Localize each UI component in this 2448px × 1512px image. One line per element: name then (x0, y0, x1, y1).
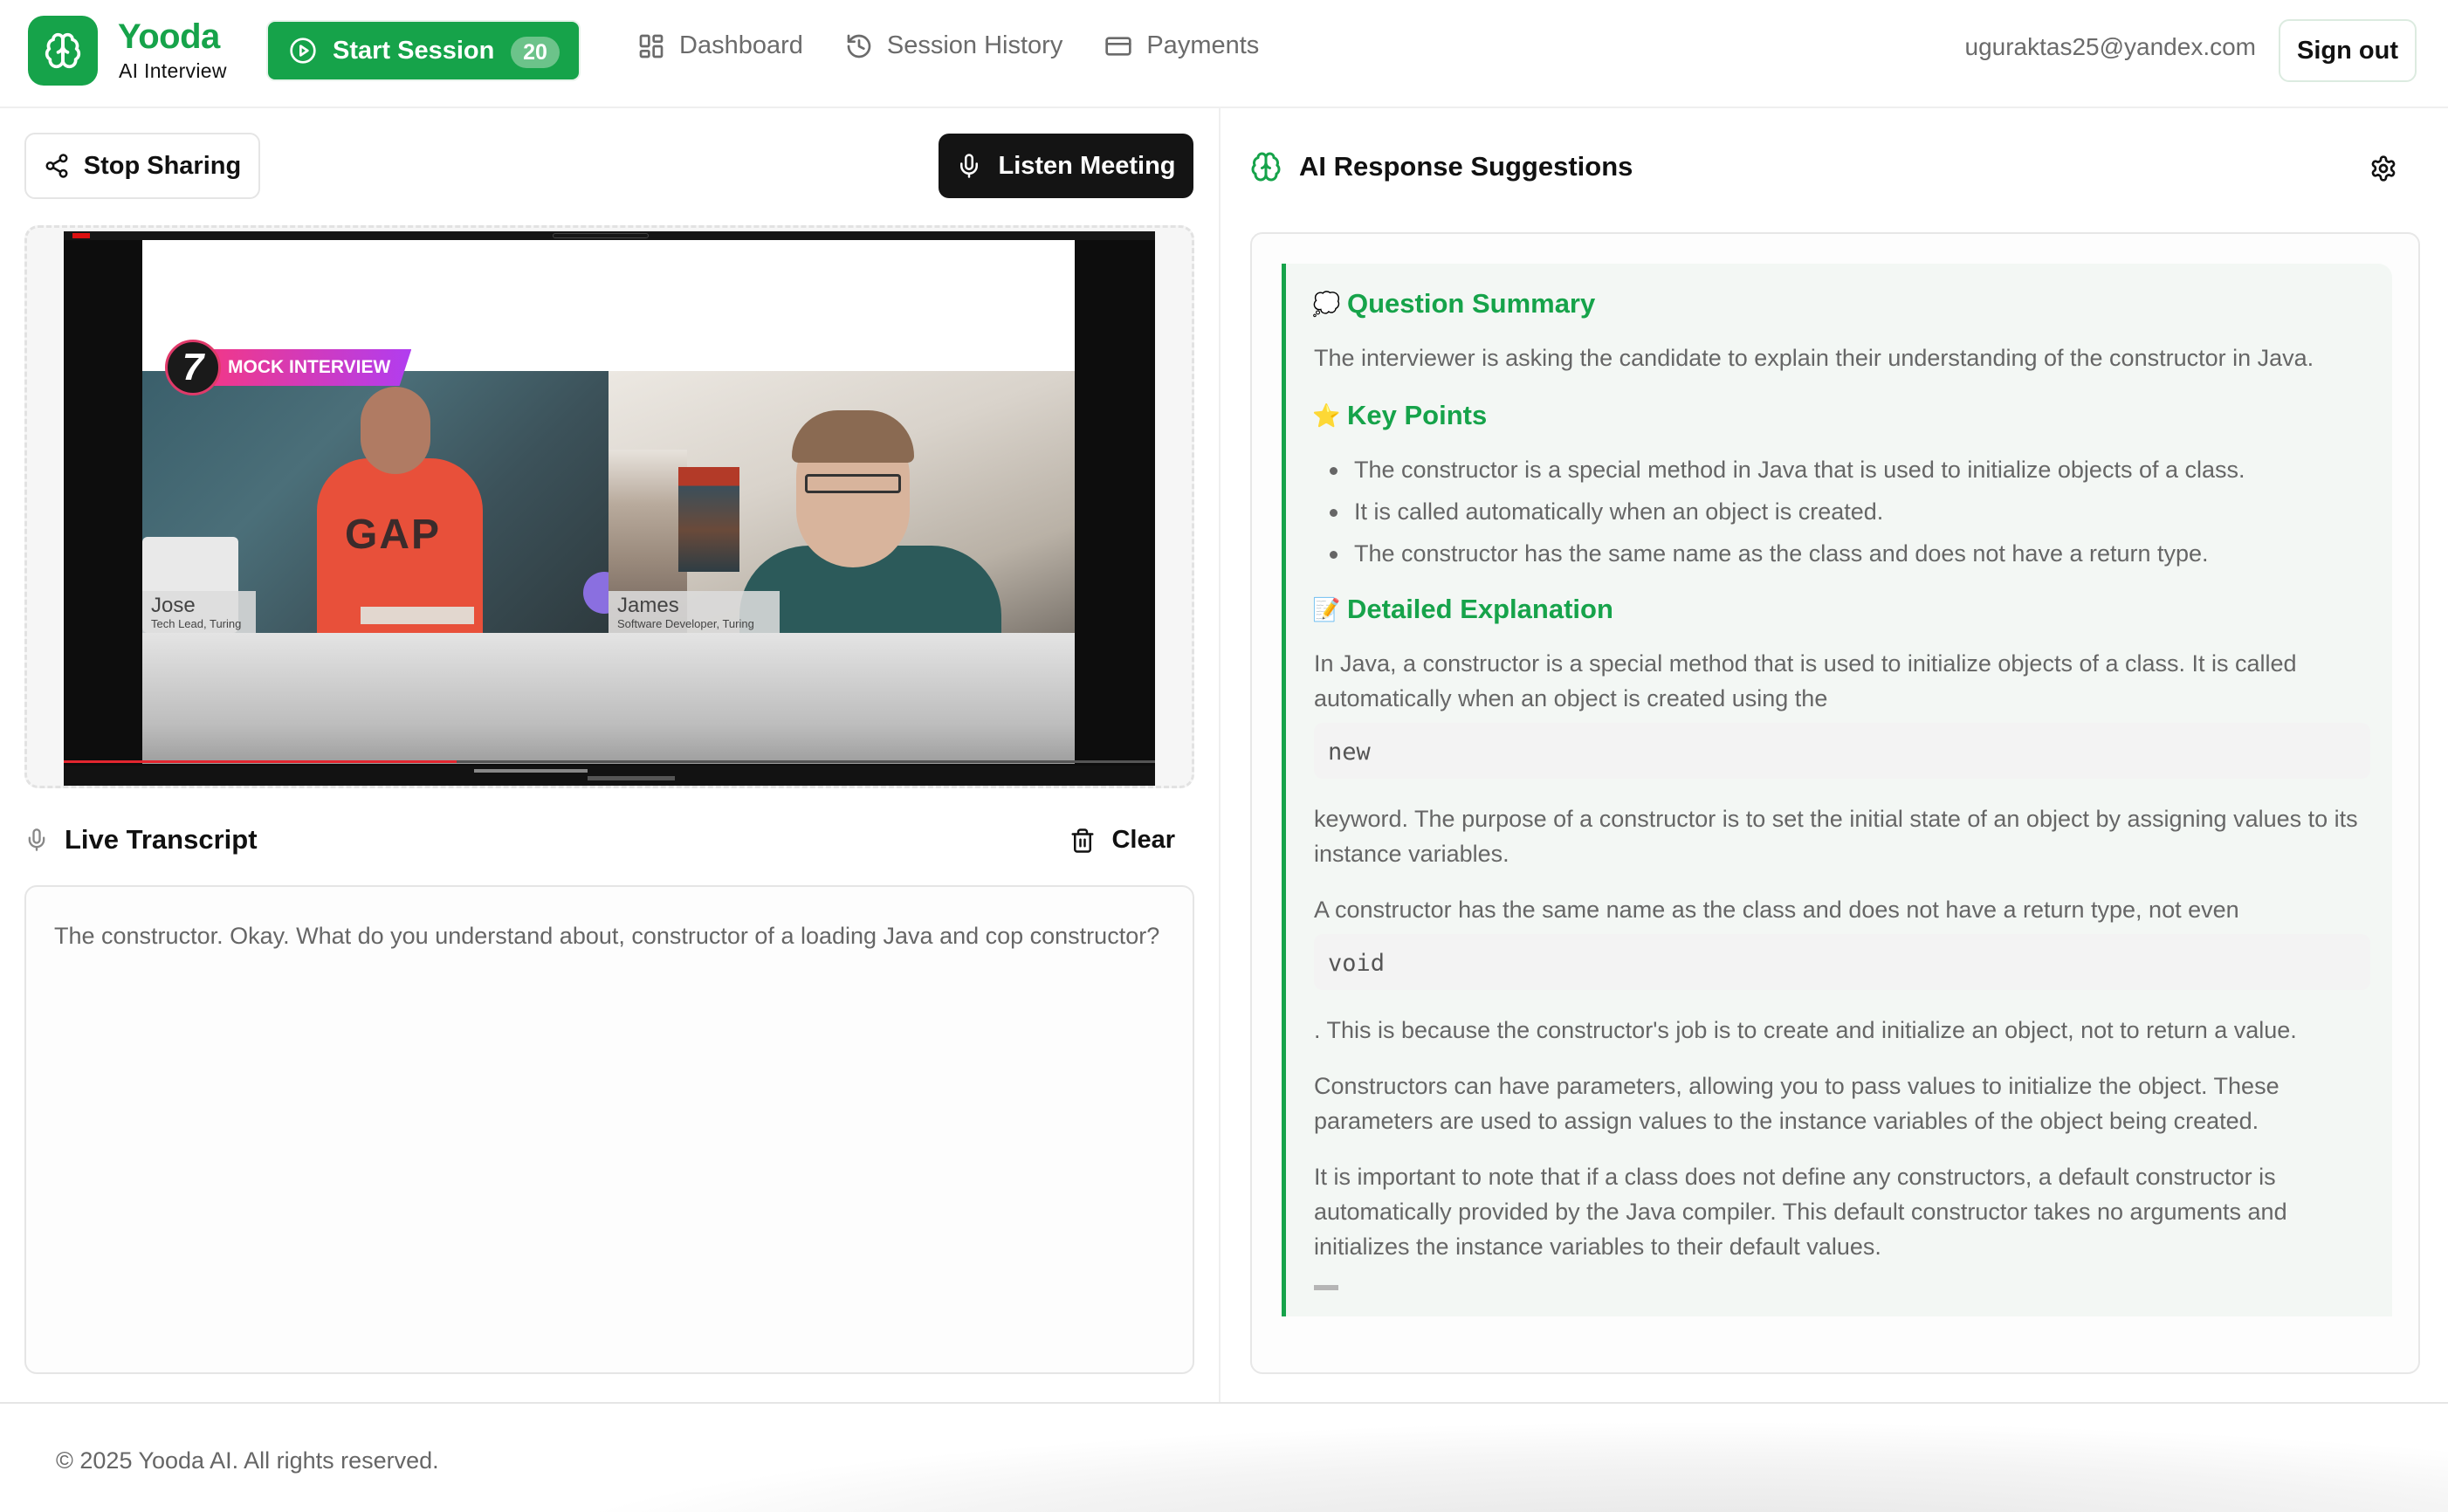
page-footer: © 2025 Yooda AI. All rights reserved. (0, 1402, 2448, 1512)
video-site-search (553, 233, 649, 238)
start-session-button[interactable]: Start Session 20 (266, 20, 581, 81)
nav-payments-label: Payments (1146, 31, 1260, 59)
column-divider (1219, 108, 1221, 1402)
sign-out-button[interactable]: Sign out (2279, 19, 2417, 82)
video-info-bar (64, 766, 1155, 786)
key-point-item: The constructor is a special method in J… (1330, 452, 2369, 487)
listen-meeting-label: Listen Meeting (998, 151, 1176, 180)
clear-transcript-button[interactable]: Clear (1069, 826, 1175, 855)
clear-label: Clear (1111, 826, 1175, 854)
brand-subtitle: AI Interview (119, 59, 227, 82)
credit-card-icon (1105, 36, 1132, 56)
video-lower-area (142, 633, 1075, 764)
star-icon: ⭐ (1312, 402, 1341, 429)
person-head-shape (361, 387, 430, 474)
shared-video[interactable]: GAP Jose Tech Lead, Turing James Softwar… (64, 231, 1155, 786)
participant-role: Tech Lead, Turing (151, 617, 242, 630)
question-summary-text: The interviewer is asking the candidate … (1314, 345, 2314, 371)
explanation-paragraph: A constructor has the same name as the c… (1314, 897, 2239, 923)
ai-suggestion-content[interactable]: 💭 Question Summary The interviewer is as… (1282, 264, 2392, 1316)
session-credits-badge: 20 (511, 37, 560, 68)
mock-interview-label: MOCK INTERVIEW (212, 349, 412, 386)
microphone-icon (960, 154, 979, 178)
video-actions-placeholder (588, 776, 675, 780)
brain-icon (1251, 152, 1281, 182)
participant-name-tag: James Software Developer, Turing (609, 591, 780, 633)
question-summary-title: Question Summary (1347, 288, 1596, 319)
keyboard-shape (361, 607, 474, 624)
decorative-dot (583, 572, 609, 614)
explanation-paragraph: keyword. The purpose of a constructor is… (1314, 806, 2358, 867)
detailed-explanation-title: Detailed Explanation (1347, 594, 1613, 624)
trash-icon (1071, 828, 1094, 853)
stop-sharing-button[interactable]: Stop Sharing (24, 133, 260, 199)
listen-meeting-button[interactable]: Listen Meeting (939, 134, 1193, 198)
participant-tile-jose: GAP Jose Tech Lead, Turing (142, 371, 609, 633)
poster-shape (678, 467, 739, 572)
key-points-title: Key Points (1347, 400, 1488, 430)
video-progress-played (64, 760, 457, 763)
top-navbar: Yooda AI Interview Start Session 20 Dash… (0, 0, 2448, 108)
stop-sharing-label: Stop Sharing (83, 151, 242, 180)
dashboard-icon (639, 34, 664, 58)
brand-name: Yooda (118, 17, 220, 56)
nav-payments[interactable]: Payments (1104, 31, 1259, 60)
key-point-item: It is called automatically when an objec… (1330, 494, 2369, 529)
explanation-paragraph: It is important to note that if a class … (1314, 1164, 2287, 1260)
video-progress-bar[interactable] (64, 760, 1155, 763)
mock-interview-badge: 7 MOCK INTERVIEW (165, 340, 412, 395)
participant-role: Software Developer, Turing (617, 617, 754, 630)
transcript-title-text: Live Transcript (65, 824, 258, 855)
thought-bubble-icon: 💭 (1312, 291, 1341, 317)
ai-suggestions-title: AI Response Suggestions (1299, 151, 1633, 182)
participant-name: James (617, 594, 679, 617)
code-snippet: void (1314, 934, 2370, 990)
copyright-text: © 2025 Yooda AI. All rights reserved. (56, 1447, 439, 1474)
question-summary-heading: 💭 Question Summary (1312, 285, 2369, 323)
live-transcript-text[interactable]: The constructor. Okay. What do you under… (24, 885, 1194, 1374)
key-point-item: The constructor has the same name as the… (1330, 536, 2369, 571)
person-hair-shape (792, 410, 914, 463)
video-browser-topbar (64, 231, 1155, 240)
brand-logo[interactable] (28, 16, 98, 86)
code-snippet: new (1314, 723, 2370, 779)
key-points-heading: ⭐ Key Points (1312, 396, 2369, 435)
memo-icon: 📝 (1312, 596, 1341, 622)
mock-interview-logo: 7 (165, 340, 221, 395)
explanation-paragraph: In Java, a constructor is a special meth… (1314, 650, 2297, 711)
shirt-graphic: GAP (345, 512, 442, 558)
screen-share-preview: GAP Jose Tech Lead, Turing James Softwar… (24, 225, 1194, 788)
history-icon (847, 34, 871, 58)
ai-suggestions-card: 💭 Question Summary The interviewer is as… (1250, 232, 2420, 1374)
explanation-paragraph: Constructors can have parameters, allowi… (1314, 1073, 2280, 1134)
transcript-title: Live Transcript (24, 824, 258, 856)
ai-suggestions-header: AI Response Suggestions (1250, 150, 1633, 183)
next-section-icon-partial (1314, 1285, 1338, 1290)
main-nav: Dashboard Session History Payments (637, 31, 1301, 60)
start-session-label: Start Session (333, 36, 495, 65)
play-circle-icon (290, 38, 316, 64)
explanation-paragraph: . This is because the constructor's job … (1314, 1017, 2297, 1043)
glasses-shape (805, 474, 901, 493)
share-icon (45, 154, 68, 178)
nav-session-history[interactable]: Session History (845, 31, 1062, 60)
nav-dashboard-label: Dashboard (679, 31, 803, 59)
video-stage: GAP Jose Tech Lead, Turing James Softwar… (142, 240, 1075, 764)
microphone-icon (28, 828, 45, 851)
video-site-logo (72, 233, 90, 238)
participant-name: Jose (151, 594, 196, 617)
user-email: uguraktas25@yandex.com (1964, 33, 2257, 60)
nav-dashboard[interactable]: Dashboard (637, 31, 803, 60)
nav-session-history-label: Session History (886, 31, 1063, 59)
participant-tile-james: James Software Developer, Turing (609, 371, 1075, 633)
detailed-explanation-heading: 📝 Detailed Explanation (1312, 590, 2369, 629)
brain-icon (45, 32, 81, 69)
participant-name-tag: Jose Tech Lead, Turing (142, 591, 256, 633)
video-title-placeholder (474, 769, 588, 773)
settings-gear-icon[interactable] (2369, 154, 2397, 183)
key-points-list: The constructor is a special method in J… (1330, 452, 2369, 571)
transcript-header: Live Transcript Clear (24, 822, 1194, 861)
